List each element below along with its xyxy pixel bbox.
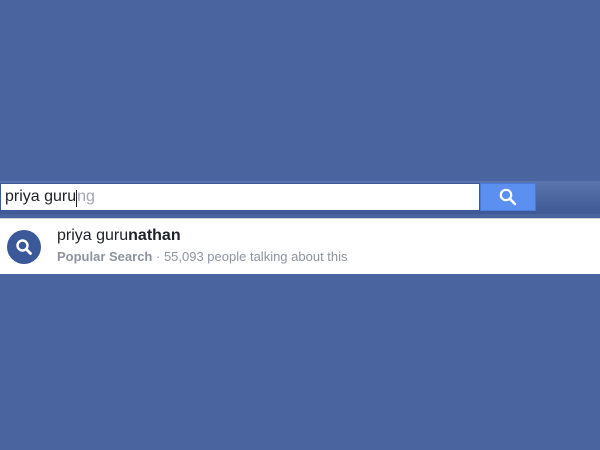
search-bar: priya guru ng: [0, 181, 600, 214]
suggestion-meta: Popular Search · 55,093 people talking a…: [57, 249, 348, 264]
search-autocomplete-hint: ng: [77, 188, 95, 205]
suggestion-item[interactable]: priya gurunathan Popular Search · 55,093…: [0, 219, 600, 275]
suggestion-title-match: nathan: [128, 227, 181, 244]
search-button[interactable]: [480, 183, 536, 211]
meta-separator: ·: [152, 249, 164, 264]
suggestion-title: priya gurunathan: [57, 227, 181, 245]
suggestion-category: Popular Search: [57, 249, 153, 264]
suggestion-detail: 55,093 people talking about this: [163, 249, 348, 264]
search-icon: [499, 188, 517, 206]
search-icon: [7, 230, 41, 264]
search-typed-text: priya guru: [5, 188, 77, 205]
search-suggestions-dropdown: priya gurunathan Popular Search · 55,093…: [0, 218, 600, 274]
suggestion-title-prefix: priya guru: [57, 227, 129, 244]
search-input[interactable]: priya guru ng: [0, 183, 480, 211]
